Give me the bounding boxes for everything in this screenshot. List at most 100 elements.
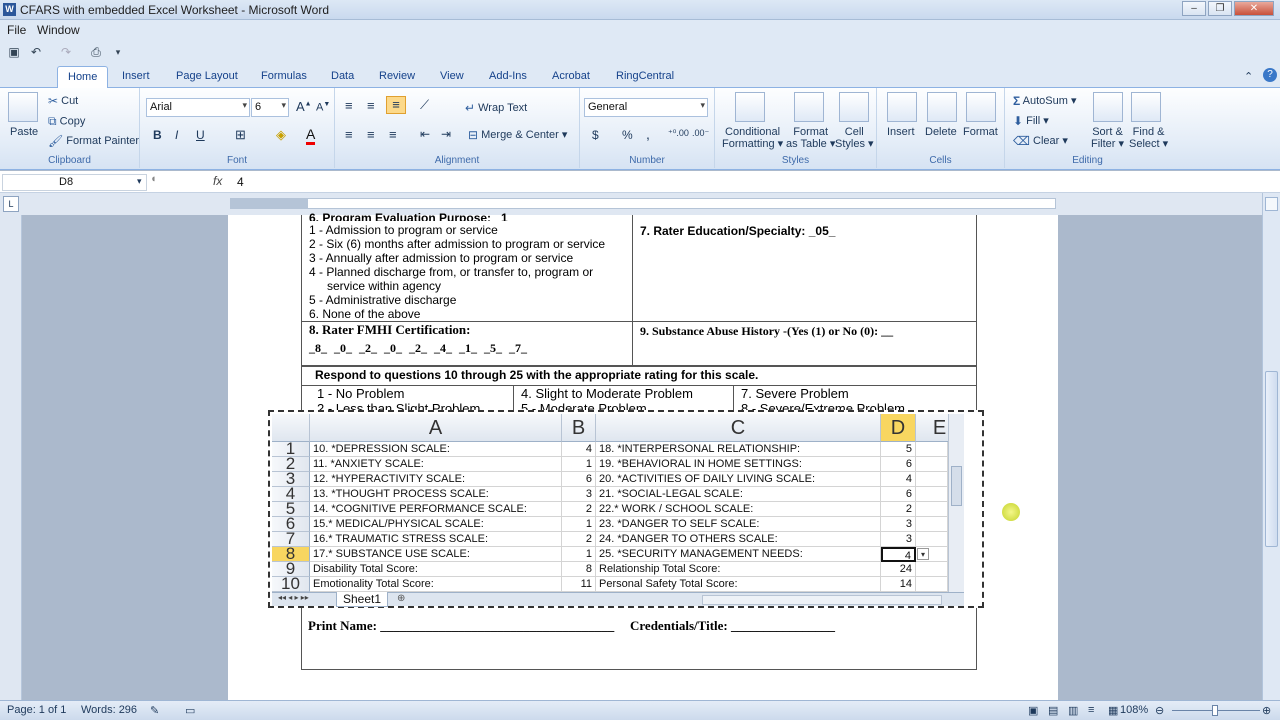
outline-icon[interactable]: ≡	[1088, 704, 1094, 716]
align-middle-icon[interactable]: ≡	[367, 98, 375, 113]
sort-filter-icon[interactable]	[1093, 92, 1123, 122]
font-name-combo[interactable]: Arial	[146, 98, 250, 117]
word-count[interactable]: Words: 296	[81, 704, 137, 716]
cell-a[interactable]: 11. *ANXIETY SCALE:	[310, 457, 562, 472]
cell-c[interactable]: 22.* WORK / SCHOOL SCALE:	[596, 502, 881, 517]
align-right-icon[interactable]: ≡	[389, 127, 397, 142]
format-cells-icon[interactable]	[966, 92, 996, 122]
paste-icon[interactable]	[8, 92, 38, 122]
wrap-text-button[interactable]: ↵ Wrap Text	[465, 101, 527, 115]
sort-filter-button[interactable]: Sort & Filter ▾	[1091, 126, 1124, 150]
tab-ringcentral[interactable]: RingCentral	[616, 70, 674, 82]
cell-b[interactable]: 11	[562, 577, 596, 592]
find-select-icon[interactable]	[1131, 92, 1161, 122]
shrink-font-icon[interactable]: A▼	[316, 101, 330, 114]
cell-d[interactable]: 6	[881, 457, 916, 472]
formula-bar-expand-icon[interactable]: ◖	[150, 173, 157, 185]
format-painter-button[interactable]: 🖌 Format Painter	[48, 134, 139, 148]
cut-button[interactable]: ✂ Cut	[48, 94, 78, 108]
cell-e[interactable]	[916, 532, 948, 547]
page-count[interactable]: Page: 1 of 1	[7, 704, 66, 716]
cell-e[interactable]	[916, 472, 948, 487]
cell-d[interactable]: 4	[881, 472, 916, 487]
cell-styles-button[interactable]: Cell Styles ▾	[835, 126, 874, 150]
cell-c[interactable]: 18. *INTERPERSONAL RELATIONSHIP:	[596, 442, 881, 457]
currency-button[interactable]: $	[592, 128, 599, 142]
cell-a[interactable]: Emotionality Total Score:	[310, 577, 562, 592]
merge-center-button[interactable]: ⊟ Merge & Center ▾	[468, 128, 567, 142]
scroll-thumb[interactable]	[1265, 371, 1278, 547]
undo-icon[interactable]: ↶	[28, 44, 44, 60]
cell-dropdown-icon[interactable]: ▾	[917, 548, 929, 560]
tab-acrobat[interactable]: Acrobat	[552, 70, 590, 82]
zoom-level[interactable]: 108%	[1120, 704, 1148, 716]
decrease-indent-icon[interactable]: ⇤	[420, 127, 430, 141]
align-center-icon[interactable]: ≡	[367, 127, 375, 142]
web-layout-icon[interactable]: ▥	[1068, 704, 1078, 717]
cell-a[interactable]: Disability Total Score:	[310, 562, 562, 577]
borders-icon[interactable]: ⊞	[235, 127, 246, 143]
cell-d[interactable]: 3	[881, 532, 916, 547]
cell-b[interactable]: 1	[562, 547, 596, 562]
tab-home[interactable]: Home	[57, 66, 109, 89]
word-app-icon[interactable]: W	[3, 3, 16, 16]
cell-a[interactable]: 15.* MEDICAL/PHYSICAL SCALE:	[310, 517, 562, 532]
clear-button[interactable]: ⌫ Clear ▾	[1013, 134, 1068, 148]
cell-b[interactable]: 2	[562, 502, 596, 517]
tab-formulas[interactable]: Formulas	[261, 70, 307, 82]
zoom-out-icon[interactable]: ⊖	[1155, 704, 1164, 717]
draft-icon[interactable]: ▦	[1108, 704, 1118, 717]
cell-d[interactable]: 6	[881, 487, 916, 502]
insert-cells-icon[interactable]	[887, 92, 917, 122]
tab-view[interactable]: View	[440, 70, 464, 82]
conditional-formatting-button[interactable]: Conditional Formatting ▾	[722, 126, 783, 150]
percent-button[interactable]: %	[622, 128, 633, 142]
tab-review[interactable]: Review	[379, 70, 415, 82]
cell-b[interactable]: 4	[562, 442, 596, 457]
view-ruler-icon[interactable]	[1265, 197, 1278, 211]
cell-c[interactable]: 19. *BEHAVIORAL IN HOME SETTINGS:	[596, 457, 881, 472]
print-icon[interactable]: ⎙	[88, 44, 104, 60]
cell-c[interactable]: 25. *SECURITY MANAGEMENT NEEDS:	[596, 547, 881, 562]
cell-b[interactable]: 1	[562, 457, 596, 472]
delete-cells-icon[interactable]	[927, 92, 957, 122]
proofing-icon[interactable]: ✎	[150, 704, 159, 717]
orientation-icon[interactable]: ⟋	[420, 97, 429, 113]
cell-b[interactable]: 3	[562, 487, 596, 502]
decrease-decimal-icon[interactable]: .00⁻	[692, 128, 709, 139]
cell-c[interactable]: Personal Safety Total Score:	[596, 577, 881, 592]
copy-button[interactable]: ⧉ Copy	[48, 114, 85, 129]
cell-a[interactable]: 16.* TRAUMATIC STRESS SCALE:	[310, 532, 562, 547]
column-header-b[interactable]: B	[562, 414, 596, 442]
comma-button[interactable]: ,	[646, 126, 650, 142]
cell-a[interactable]: 13. *THOUGHT PROCESS SCALE:	[310, 487, 562, 502]
format-as-table-icon[interactable]	[794, 92, 824, 122]
sheet-horizontal-scrollbar[interactable]	[702, 595, 942, 605]
name-box-dropdown-icon[interactable]: ▾	[137, 176, 142, 187]
worksheet-grid[interactable]: A B C D E 1 10. *DEPRESSION SCALE: 4 18. *I…	[272, 414, 964, 592]
cell-d[interactable]: 14	[881, 577, 916, 592]
active-cell-d8[interactable]: 4	[881, 547, 916, 562]
cell-e[interactable]	[916, 577, 948, 592]
name-box[interactable]: D8	[2, 174, 147, 191]
tab-add-ins[interactable]: Add-Ins	[489, 70, 527, 82]
insert-cells-button[interactable]: Insert	[887, 126, 915, 138]
restore-button[interactable]: ❐	[1208, 1, 1232, 16]
cell-e[interactable]	[916, 517, 948, 532]
grow-font-icon[interactable]: A▲	[296, 99, 312, 114]
tab-selector-icon[interactable]: L	[3, 196, 19, 212]
bold-button[interactable]: B	[153, 128, 162, 142]
sheet-vertical-scrollbar[interactable]	[948, 414, 964, 592]
format-cells-button[interactable]: Format	[963, 126, 998, 138]
minimize-ribbon-icon[interactable]: ⌃	[1244, 70, 1253, 83]
print-layout-icon[interactable]: ▣	[1028, 704, 1038, 717]
cell-a[interactable]: 14. *COGNITIVE PERFORMANCE SCALE:	[310, 502, 562, 517]
align-bottom-icon[interactable]: ≡	[386, 96, 406, 114]
cell-c[interactable]: 23. *DANGER TO SELF SCALE:	[596, 517, 881, 532]
format-as-table-button[interactable]: Format as Table ▾	[786, 126, 835, 150]
font-size-combo[interactable]: 6	[251, 98, 289, 117]
underline-button[interactable]: U	[196, 128, 205, 142]
cell-d[interactable]: 2	[881, 502, 916, 517]
cell-b[interactable]: 6	[562, 472, 596, 487]
column-header-d[interactable]: D	[881, 414, 916, 442]
